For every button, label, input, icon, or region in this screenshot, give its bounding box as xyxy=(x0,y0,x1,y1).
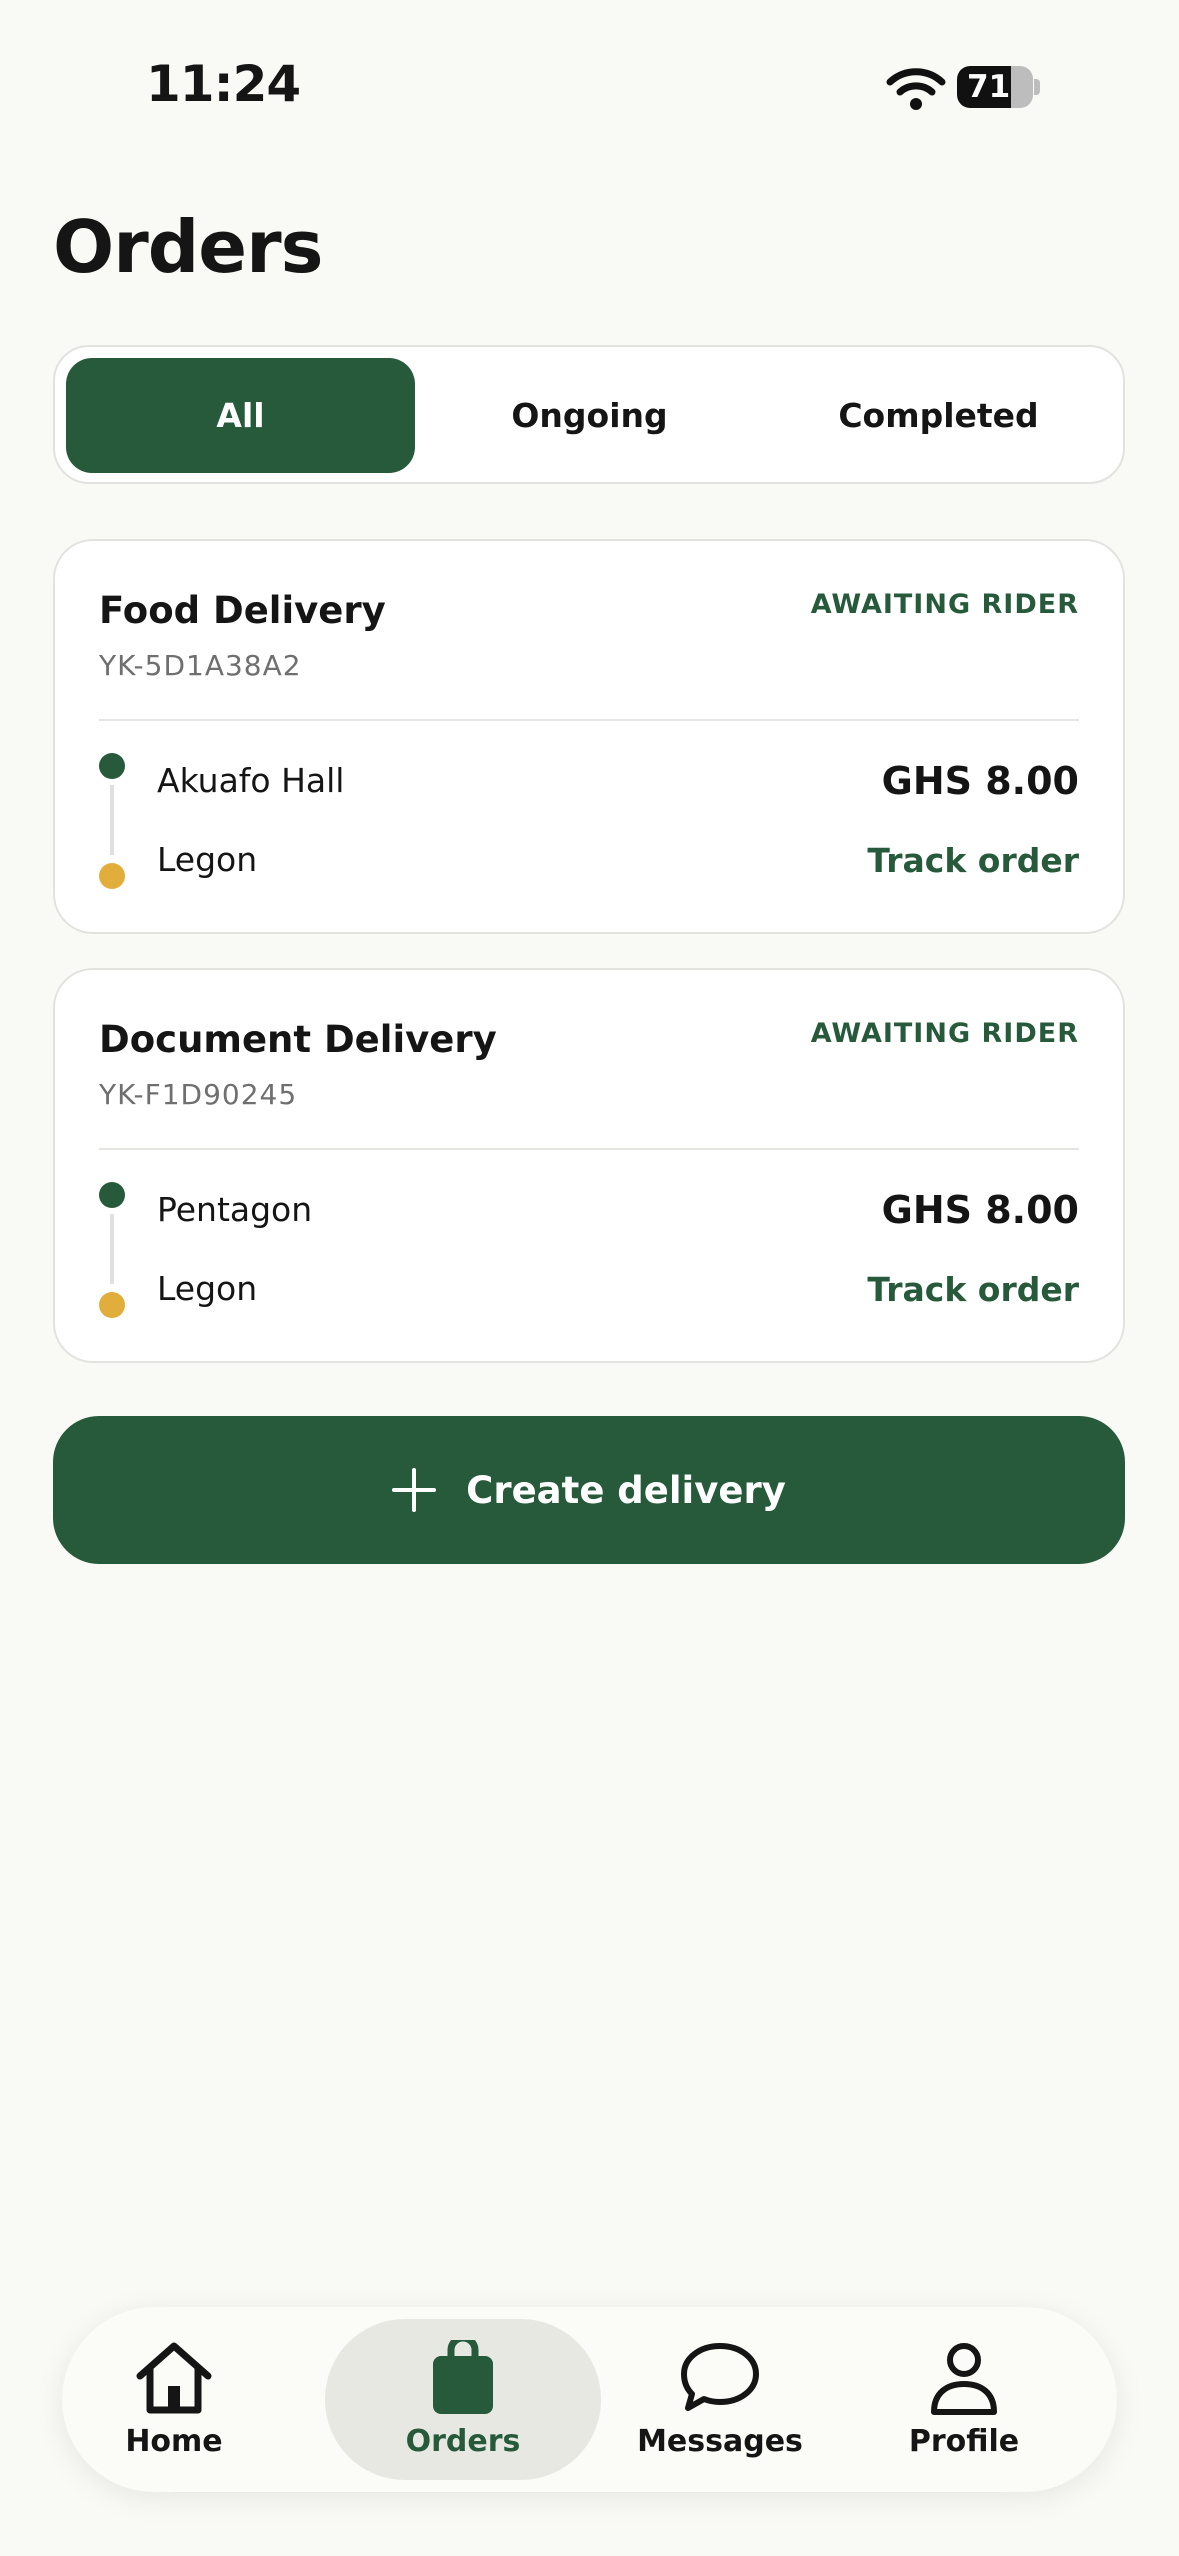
tab-messages[interactable]: Messages xyxy=(622,2319,818,2480)
tab-orders[interactable]: Orders xyxy=(325,2319,601,2480)
tab-messages-label: Messages xyxy=(637,2424,803,2459)
bottom-tab-bar: Home Orders Messages Profile xyxy=(62,2307,1117,2492)
dropoff-dot-icon xyxy=(99,863,125,889)
divider xyxy=(99,719,1079,721)
person-icon xyxy=(931,2343,997,2415)
battery-percent: 71 xyxy=(967,69,1011,105)
pickup-location: Akuafo Hall xyxy=(157,761,345,800)
track-order-link[interactable]: Track order xyxy=(867,841,1079,880)
shopping-bag-icon xyxy=(433,2340,493,2414)
dropoff-location: Legon xyxy=(157,1269,258,1308)
dropoff-dot-icon xyxy=(99,1292,125,1318)
status-time: 11:24 xyxy=(146,55,301,113)
track-order-link[interactable]: Track order xyxy=(867,1270,1079,1309)
order-price: GHS 8.00 xyxy=(881,1188,1079,1232)
divider xyxy=(99,1148,1079,1150)
order-title: Document Delivery xyxy=(99,1018,497,1061)
tab-orders-label: Orders xyxy=(405,2424,521,2459)
tab-home-label: Home xyxy=(125,2424,223,2459)
wifi-icon xyxy=(886,68,946,110)
create-delivery-label: Create delivery xyxy=(466,1468,786,1512)
status-badge: AWAITING RIDER xyxy=(810,589,1079,620)
pickup-location: Pentagon xyxy=(157,1190,313,1229)
order-filter: All Ongoing Completed xyxy=(53,345,1125,484)
pickup-dot-icon xyxy=(99,1182,125,1208)
tab-profile-label: Profile xyxy=(908,2424,1020,2459)
tab-home[interactable]: Home xyxy=(84,2319,264,2480)
home-icon xyxy=(136,2342,212,2414)
order-price: GHS 8.00 xyxy=(881,759,1079,803)
order-card[interactable]: Food Delivery YK-5D1A38A2 AWAITING RIDER… xyxy=(53,539,1125,934)
battery-nub xyxy=(1034,79,1040,95)
tab-profile[interactable]: Profile xyxy=(874,2319,1054,2480)
page-title: Orders xyxy=(53,205,323,289)
order-code: YK-5D1A38A2 xyxy=(99,649,302,682)
status-badge: AWAITING RIDER xyxy=(810,1018,1079,1049)
route-line xyxy=(110,785,114,855)
order-card[interactable]: Document Delivery YK-F1D90245 AWAITING R… xyxy=(53,968,1125,1363)
route-line xyxy=(110,1214,114,1284)
create-delivery-button[interactable]: Create delivery xyxy=(53,1416,1125,1564)
pickup-dot-icon xyxy=(99,753,125,779)
battery-icon: 71 xyxy=(957,66,1035,108)
filter-completed[interactable]: Completed xyxy=(764,358,1113,473)
plus-icon xyxy=(392,1468,437,1512)
filter-all[interactable]: All xyxy=(66,358,415,473)
order-code: YK-F1D90245 xyxy=(99,1078,298,1111)
chat-bubble-icon xyxy=(681,2343,759,2411)
dropoff-location: Legon xyxy=(157,840,258,879)
filter-ongoing[interactable]: Ongoing xyxy=(415,358,764,473)
order-title: Food Delivery xyxy=(99,589,386,632)
